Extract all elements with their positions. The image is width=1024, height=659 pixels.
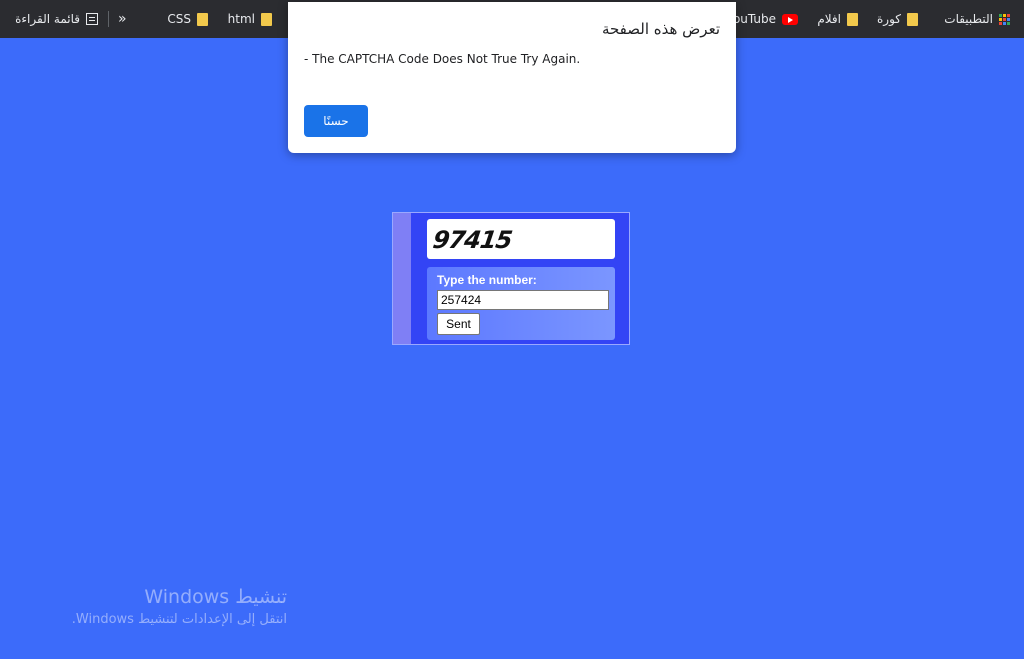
youtube-icon	[782, 13, 798, 25]
apps-shortcut[interactable]: التطبيقات	[944, 0, 1010, 38]
windows-activation-subtitle: انتقل إلى الإعدادات لتنشيط Windows.	[71, 612, 287, 627]
reading-list-button[interactable]: قائمة القراءة	[15, 0, 98, 38]
bookmarks-overflow-icon[interactable]: »	[118, 0, 127, 38]
apps-grid-icon	[999, 13, 1010, 25]
dialog-title: تعرض هذه الصفحة	[601, 20, 720, 38]
bookmark-aflam[interactable]: افلام	[817, 0, 858, 38]
folder-icon	[197, 12, 208, 26]
captcha-number-input[interactable]	[437, 290, 609, 310]
windows-activation-title: تنشيط Windows	[144, 586, 287, 608]
ok-button[interactable]: حسنًا	[304, 105, 368, 137]
folder-icon	[847, 12, 858, 26]
captcha-form: Type the number: Sent	[427, 267, 615, 340]
bookmark-label: html	[227, 12, 255, 26]
bookmark-css[interactable]: CSS	[167, 0, 208, 38]
sent-button[interactable]: Sent	[437, 313, 480, 335]
dialog-message: - The CAPTCHA Code Does Not True Try Aga…	[304, 52, 581, 66]
captcha-input-label: Type the number:	[437, 273, 537, 287]
captcha-code-box: 97415	[427, 219, 615, 259]
bookmark-label: افلام	[817, 12, 841, 26]
captcha-widget: 97415 Type the number: Sent	[392, 212, 630, 345]
alert-dialog: تعرض هذه الصفحة - The CAPTCHA Code Does …	[288, 2, 736, 153]
apps-label: التطبيقات	[944, 12, 993, 26]
bookmark-label: كورة	[877, 12, 901, 26]
bookmark-label: CSS	[167, 12, 191, 26]
captcha-code: 97415	[431, 226, 514, 254]
folder-icon	[907, 12, 918, 26]
bookmark-html[interactable]: html	[228, 0, 272, 38]
bookmarks-divider	[108, 11, 109, 27]
reading-list-label: قائمة القراءة	[15, 12, 80, 26]
folder-icon	[261, 12, 272, 26]
captcha-side-strip	[393, 213, 411, 344]
bookmark-koora[interactable]: كورة	[877, 0, 918, 38]
reading-list-icon	[86, 13, 98, 25]
bookmark-youtube[interactable]: YouTube	[727, 0, 798, 38]
